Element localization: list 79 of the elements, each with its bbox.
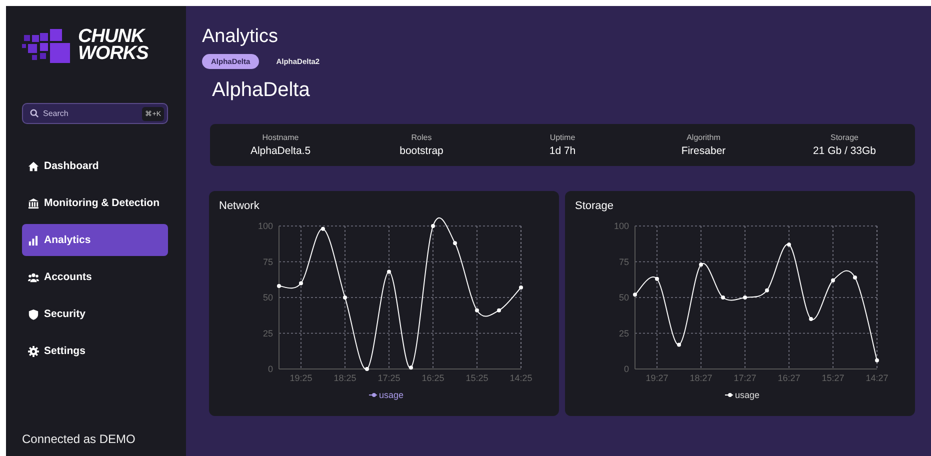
host-heading: AlphaDelta (212, 79, 311, 102)
chart-title: Network (219, 200, 260, 212)
point (787, 242, 791, 247)
shield-icon (28, 308, 39, 320)
x-tick-label: 14:27 (866, 373, 888, 383)
legend-label[interactable]: usage (379, 390, 404, 400)
chart-title: Storage (575, 200, 615, 212)
stat-value: Firesaber (681, 145, 726, 157)
x-tick-label: 18:27 (690, 373, 712, 383)
point (699, 262, 703, 267)
bar-chart-icon (28, 234, 39, 246)
y-tick-label: 75 (262, 256, 273, 267)
x-tick-label: 17:25 (378, 373, 400, 383)
search-icon (30, 109, 39, 118)
y-tick-label: 50 (262, 292, 273, 302)
point (321, 226, 325, 231)
legend-marker-icon (368, 393, 378, 397)
x-tick-label: 14:25 (510, 373, 532, 383)
stat-value: 21 Gb / 33Gb (812, 145, 876, 157)
stat-label: Algorithm (686, 133, 720, 142)
nav-item[interactable]: Monitoring & Detection (22, 187, 168, 219)
point (853, 275, 857, 280)
y-tick-label: 75 (618, 256, 629, 267)
nav-item[interactable]: Accounts (22, 261, 168, 293)
x-tick-label: 15:25 (466, 373, 488, 383)
nav-item[interactable]: Dashboard (22, 150, 168, 182)
point (633, 292, 637, 297)
point (875, 358, 879, 362)
y-tick-label: 0 (624, 364, 629, 374)
point (299, 281, 303, 286)
point (519, 285, 523, 290)
y-tick-label: 25 (262, 328, 273, 338)
page-title: Analytics (202, 26, 280, 48)
point (343, 296, 347, 300)
y-tick-label: 25 (618, 328, 629, 338)
stat-value: AlphaDelta.5 (250, 145, 311, 157)
point (497, 308, 501, 312)
stat-label: Hostname (262, 133, 299, 142)
x-tick-label: 17:27 (734, 373, 756, 383)
point (387, 270, 391, 274)
nav-item[interactable]: Analytics (22, 224, 168, 256)
point (453, 241, 457, 246)
point (765, 288, 769, 292)
point (365, 367, 369, 371)
users-icon (28, 272, 39, 282)
point (809, 316, 813, 321)
x-tick-label: 15:27 (822, 373, 844, 383)
stat-value: 1d 7h (549, 145, 576, 157)
stat-label: Storage (830, 133, 859, 142)
bank-icon (28, 198, 39, 208)
x-tick-label: 18:25 (334, 373, 356, 383)
y-tick-label: 0 (268, 364, 273, 374)
point (743, 296, 747, 300)
x-tick-label: 16:27 (778, 373, 800, 383)
nav-item[interactable]: Settings (22, 335, 168, 367)
x-tick-label: 19:27 (646, 373, 668, 383)
settings-icon (28, 346, 39, 356)
point (277, 284, 281, 288)
home-icon (28, 160, 39, 172)
stat-value: bootstrap (400, 145, 444, 157)
point (655, 276, 659, 281)
point (409, 366, 413, 370)
x-tick-label: 16:25 (422, 373, 444, 383)
y-tick-label: 100 (614, 221, 629, 231)
y-tick-label: 50 (618, 292, 629, 302)
nav-item[interactable]: Security (22, 298, 168, 330)
point (831, 278, 835, 282)
x-tick-label: 19:25 (290, 373, 312, 383)
point (431, 224, 435, 228)
logo-text: CHUNK WORKS (78, 28, 148, 62)
stat-label: Roles (411, 133, 432, 142)
connection-status: Connected as DEMO (22, 432, 136, 446)
stat-label: Uptime (550, 133, 576, 142)
point (721, 296, 725, 300)
legend-marker-icon (724, 393, 734, 397)
point (475, 308, 479, 312)
legend-label[interactable]: usage (735, 390, 760, 400)
y-tick-label: 100 (258, 221, 273, 231)
point (677, 342, 681, 347)
